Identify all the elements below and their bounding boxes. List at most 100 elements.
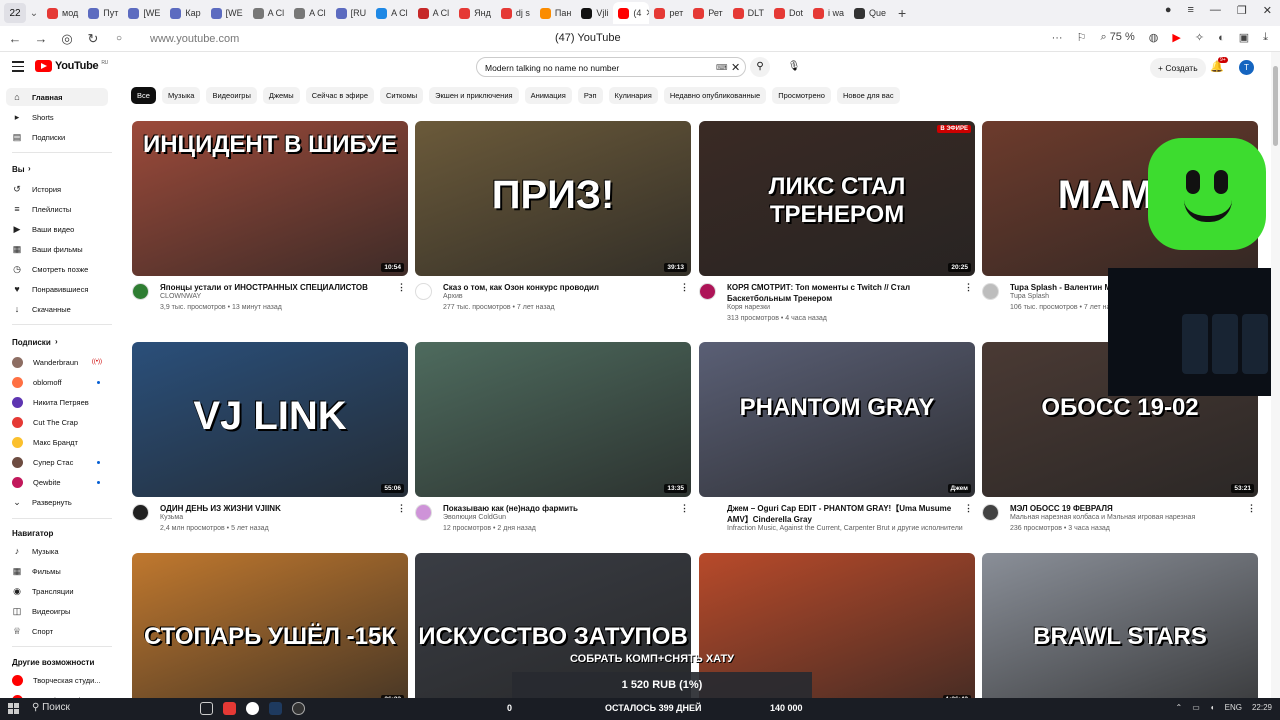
tab-youtube-active[interactable]: (4 ✕: [613, 2, 650, 24]
more-vert-icon[interactable]: ⋮: [1247, 503, 1256, 514]
browser-tab[interactable]: dj s: [496, 2, 535, 24]
filter-chip[interactable]: Анимация: [524, 87, 572, 104]
video-title[interactable]: Японцы устали от ИНОСТРАННЫХ СПЕЦИАЛИСТО…: [160, 282, 392, 293]
url-field[interactable]: www.youtube.com: [150, 33, 239, 45]
sidebar-item[interactable]: ♕ Спорт: [6, 622, 108, 640]
avatar-circle-icon[interactable]: ●: [1165, 4, 1172, 17]
windows-start-icon[interactable]: [8, 703, 19, 714]
reload-icon[interactable]: ↻: [82, 31, 104, 47]
sidebar-subscription[interactable]: Cut The Crap: [6, 413, 108, 431]
close-window-icon[interactable]: ✕: [1263, 4, 1272, 17]
browser-tab[interactable]: Пан: [535, 2, 576, 24]
browser-tab[interactable]: [WE: [206, 2, 248, 24]
browser-tab[interactable]: [RU: [331, 2, 372, 24]
sidebar-item[interactable]: ◷ Смотреть позже: [6, 260, 108, 278]
sidebar-item[interactable]: ⌂ Главная: [6, 88, 108, 106]
browser-tab[interactable]: Vjli: [576, 2, 613, 24]
channel-avatar[interactable]: [982, 504, 999, 521]
more-vert-icon[interactable]: ⋮: [964, 282, 973, 293]
channel-name[interactable]: Мальная нарезная колбаса и Мэльная игров…: [1010, 514, 1195, 521]
filter-chip[interactable]: Экшен и приключения: [429, 87, 519, 104]
youtube-logo[interactable]: YouTube RU: [35, 60, 108, 72]
channel-name[interactable]: CLOWNWAY: [160, 293, 201, 300]
browser-tab[interactable]: i wa: [808, 2, 849, 24]
language-indicator[interactable]: ENG: [1225, 703, 1242, 712]
keyboard-icon[interactable]: ⌨: [716, 63, 728, 72]
shield-icon[interactable]: ◎: [56, 31, 78, 47]
clear-search-icon[interactable]: ✕: [731, 61, 740, 74]
sidebar-item[interactable]: ▦ Ваши фильмы: [6, 240, 108, 258]
browser-tab[interactable]: Янд: [454, 2, 496, 24]
more-vert-icon[interactable]: ⋮: [397, 282, 406, 293]
sidebar-subscription[interactable]: Wanderbraun ((•)): [6, 353, 108, 371]
extensions-icon[interactable]: ✧: [1195, 31, 1204, 44]
filter-chip[interactable]: Сейчас в эфире: [305, 87, 374, 104]
filter-chip[interactable]: Рэп: [577, 87, 603, 104]
channel-avatar[interactable]: [982, 283, 999, 300]
filter-chip[interactable]: Недавно опубликованные: [663, 87, 767, 104]
sidebar-section-you[interactable]: Вы: [12, 165, 25, 174]
video-thumbnail[interactable]: ПРИЗ! 39:13: [415, 121, 691, 276]
more-vert-icon[interactable]: ⋮: [680, 282, 689, 293]
filter-chip[interactable]: Кулинария: [608, 87, 658, 104]
browser-tab[interactable]: Dot: [769, 2, 808, 24]
sidebar-subscription[interactable]: Никита Петряев: [6, 393, 108, 411]
channel-name[interactable]: Архив: [443, 293, 463, 300]
sidebar-item[interactable]: ↓ Скачанные: [6, 300, 108, 318]
download-icon[interactable]: ⤓: [1263, 31, 1268, 44]
channel-name[interactable]: Эволюция ColdGun: [443, 514, 506, 521]
channel-avatar[interactable]: [699, 283, 716, 300]
clock[interactable]: 22:29: [1252, 703, 1272, 712]
expand-subscriptions[interactable]: ⌄ Развернуть: [6, 493, 108, 511]
collections-icon[interactable]: ▣: [1239, 31, 1249, 44]
channel-name[interactable]: Tupa Splash: [1010, 293, 1049, 300]
channel-name[interactable]: Коря нарезки: [727, 304, 770, 311]
video-title[interactable]: Джем – Oguri Cap EDIT - PHANTOM GRAY!【Um…: [727, 503, 959, 525]
tab-count-badge[interactable]: 22: [4, 3, 26, 23]
video-title[interactable]: ОДИН ДЕНЬ ИЗ ЖИЗНИ VJIINK: [160, 503, 392, 514]
create-button[interactable]: + Создать: [1150, 58, 1206, 78]
sidebar-subscription[interactable]: Макс Брандт: [6, 433, 108, 451]
channel-avatar[interactable]: [415, 283, 432, 300]
video-thumbnail[interactable]: СТОПАРЬ УШЁЛ -15К26:22: [132, 553, 408, 708]
yandex-app-icon[interactable]: [223, 702, 236, 715]
browser-tab[interactable]: Que: [849, 2, 891, 24]
sidebar-subscription[interactable]: oblomoff: [6, 373, 108, 391]
hamburger-menu-icon[interactable]: [12, 61, 24, 75]
channel-avatar[interactable]: [132, 504, 149, 521]
volume-icon[interactable]: ◖: [1210, 703, 1215, 712]
network-icon[interactable]: ▭: [1192, 703, 1200, 712]
video-thumbnail[interactable]: VJ LINK 55:06: [132, 342, 408, 497]
video-thumbnail[interactable]: 13:35: [415, 342, 691, 497]
page-scrollbar[interactable]: [1271, 52, 1280, 698]
filter-chip[interactable]: Музыка: [161, 87, 201, 104]
chevron-up-icon[interactable]: ⌃: [1176, 703, 1183, 712]
browser-tab[interactable]: A Cl: [413, 2, 455, 24]
task-view-icon[interactable]: [200, 702, 213, 715]
sidebar-more-item[interactable]: Творческая студи...: [6, 671, 108, 689]
video-thumbnail[interactable]: BRAWL STARS: [982, 553, 1258, 708]
back-arrow-icon[interactable]: ←: [4, 31, 26, 46]
video-title[interactable]: Показываю как (не)надо фармить: [443, 503, 675, 514]
browser-tab[interactable]: рет: [649, 2, 688, 24]
browser-tab[interactable]: мод: [42, 2, 83, 24]
sidebar-item[interactable]: ♥ Понравившиеся: [6, 280, 108, 298]
media-icon[interactable]: ◐: [1218, 32, 1225, 44]
video-title[interactable]: МЭЛ ОБОСС 19 ФЕВРАЛЯ: [1010, 503, 1242, 514]
browser-tab[interactable]: Рет: [688, 2, 727, 24]
sidebar-item[interactable]: ▤ Подписки: [6, 128, 108, 146]
video-thumbnail[interactable]: PHANTOM GRAY Джем: [699, 342, 975, 497]
channel-avatar[interactable]: [415, 504, 432, 521]
sidebar-item[interactable]: ♪ Музыка: [6, 542, 108, 560]
sidebar-item[interactable]: ◫ Видеоигры: [6, 602, 108, 620]
globe-icon[interactable]: ◍: [1149, 31, 1159, 44]
lock-icon[interactable]: ○: [108, 33, 130, 44]
steam-app-icon[interactable]: [269, 702, 282, 715]
youtube-ext-icon[interactable]: ▶: [1172, 31, 1180, 44]
video-thumbnail[interactable]: ИНЦИДЕНТ В ШИБУЕ 10:54: [132, 121, 408, 276]
restore-icon[interactable]: ❐: [1237, 4, 1247, 17]
channel-name[interactable]: Infraction Music, Against the Current, C…: [727, 525, 963, 532]
channel-avatar[interactable]: [132, 283, 149, 300]
browser-tab[interactable]: A Cl: [289, 2, 331, 24]
account-avatar[interactable]: T: [1239, 60, 1254, 75]
